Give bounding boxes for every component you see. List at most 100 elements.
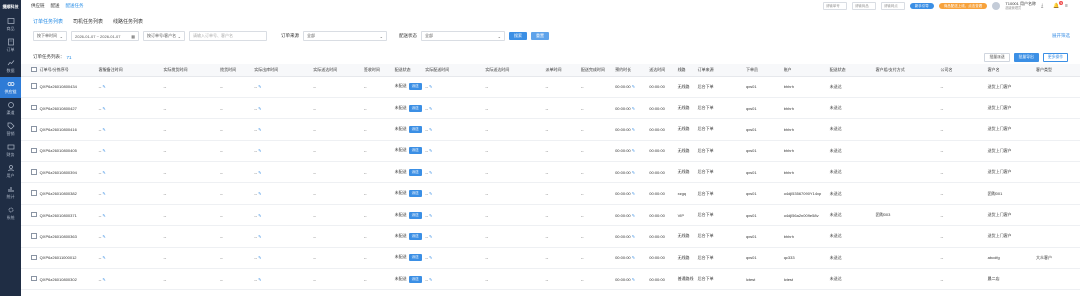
table-cell[interactable]: -- ✎ (253, 183, 312, 204)
edit-icon[interactable]: ✎ (102, 127, 105, 132)
edit-icon[interactable]: ✎ (429, 255, 432, 260)
promo-button[interactable]: 商品配送上线，点击查看 (938, 3, 988, 9)
table-cell[interactable]: -- ✎ (424, 97, 484, 118)
table-cell[interactable]: 00:00:00 ✎ (614, 204, 648, 225)
table-cell[interactable]: -- ✎ (253, 140, 312, 161)
table-cell[interactable]: -- ✎ (424, 269, 484, 290)
edit-icon[interactable]: ✎ (429, 191, 432, 196)
edit-icon[interactable]: ✎ (258, 255, 261, 260)
dispatch-button[interactable]: 派送 (408, 232, 422, 240)
sidebar-item-7[interactable]: 用户 (0, 161, 21, 182)
row-checkbox[interactable] (30, 247, 38, 268)
edit-icon[interactable]: ✎ (632, 106, 635, 111)
edit-icon[interactable]: ✎ (102, 106, 105, 111)
table-cell[interactable]: 00:00:00 ✎ (614, 183, 648, 204)
table-cell[interactable]: -- ✎ (424, 140, 484, 161)
edit-icon[interactable]: ✎ (632, 213, 635, 218)
edit-icon[interactable]: ✎ (632, 277, 635, 282)
batch-dispatch-button[interactable]: 批量派送 (984, 52, 1010, 62)
edit-icon[interactable]: ✎ (102, 170, 105, 175)
table-cell[interactable]: -- ✎ (424, 162, 484, 183)
edit-icon[interactable]: ✎ (258, 234, 261, 239)
sidebar-item-8[interactable]: 统计 (0, 182, 21, 203)
header-checkbox[interactable] (30, 64, 39, 77)
row-checkbox[interactable] (30, 183, 38, 204)
tab-driver-tasks[interactable]: 司机任务列表 (73, 18, 103, 28)
sidebar-item-5[interactable]: 营销 (0, 119, 21, 140)
time-type-select[interactable]: 按下单时间 ⌄ (33, 31, 67, 41)
table-cell[interactable]: -- ✎ (424, 76, 484, 97)
edit-icon[interactable]: ✎ (632, 255, 635, 260)
sidebar-item-0[interactable]: 商品 (0, 14, 21, 35)
table-row[interactable]: QXP6z26010800382 -- ✎ -- -- -- ✎ -- -- 未配送 派送 -- … (21, 183, 1080, 205)
table-cell[interactable]: -- ✎ (253, 162, 312, 183)
table-row[interactable]: QXP6z26010800416 -- ✎ -- -- -- ✎ -- -- 未配送 派送 -- … (21, 119, 1080, 141)
dispatch-button[interactable]: 派送 (408, 254, 422, 262)
edit-icon[interactable]: ✎ (429, 234, 432, 239)
table-cell[interactable]: -- ✎ (98, 183, 163, 204)
table-cell[interactable]: -- ✎ (253, 119, 312, 140)
dispatch-button[interactable]: 派送 (408, 168, 422, 176)
table-cell[interactable]: 00:00:00 ✎ (614, 162, 648, 183)
edit-icon[interactable]: ✎ (258, 170, 261, 175)
edit-icon[interactable]: ✎ (632, 170, 635, 175)
table-row[interactable]: QXP6z26010800427 -- ✎ -- -- -- ✎ -- -- 未配送 派送 -- … (21, 97, 1080, 119)
dispatch-button[interactable]: 派送 (408, 147, 422, 155)
row-checkbox[interactable] (30, 269, 38, 290)
table-cell[interactable]: -- ✎ (253, 97, 312, 118)
table-row[interactable]: QXP6z26010800434 -- ✎ -- -- -- ✎ -- -- 未配送 派送 -- … (21, 76, 1080, 98)
order-search-field[interactable]: 请输入订单号、客户名 (189, 31, 267, 41)
edit-icon[interactable]: ✎ (102, 148, 105, 153)
table-cell[interactable]: -- ✎ (424, 119, 484, 140)
table-cell[interactable]: -- ✎ (424, 204, 484, 225)
table-row[interactable]: QXP6z26010800302 -- ✎ -- -- -- ✎ -- -- 未配送 派送 -- … (21, 269, 1080, 290)
edit-icon[interactable]: ✎ (258, 148, 261, 153)
edit-icon[interactable]: ✎ (258, 84, 261, 89)
sidebar-item-4[interactable]: 渠道 (0, 98, 21, 119)
sidebar-item-6[interactable]: 财务 (0, 140, 21, 161)
table-cell[interactable]: -- ✎ (253, 204, 312, 225)
tab-order-tasks[interactable]: 订单任务列表 (33, 18, 63, 28)
edit-icon[interactable]: ✎ (258, 106, 261, 111)
table-cell[interactable]: -- ✎ (253, 76, 312, 97)
order-search-input[interactable]: 请输单号 (822, 2, 847, 10)
sidebar-item-3[interactable]: 供应链 (0, 77, 21, 98)
table-row[interactable]: QXP6z26010800405 -- ✎ -- -- -- ✎ -- -- 未配送 派送 -- … (21, 140, 1080, 162)
edit-icon[interactable]: ✎ (429, 213, 432, 218)
edit-icon[interactable]: ✎ (429, 84, 432, 89)
table-cell[interactable]: -- ✎ (98, 140, 163, 161)
edit-icon[interactable]: ✎ (102, 84, 105, 89)
table-cell[interactable]: -- ✎ (424, 226, 484, 247)
table-cell[interactable]: -- ✎ (424, 247, 484, 268)
table-cell[interactable]: 00:00:00 ✎ (614, 140, 648, 161)
table-cell[interactable]: -- ✎ (253, 247, 312, 268)
edit-icon[interactable]: ✎ (429, 106, 432, 111)
goods-search-input[interactable]: 请输商品 (851, 2, 876, 10)
download-icon[interactable]: ⤓ (1041, 3, 1048, 10)
tab-route-tasks[interactable]: 线路任务列表 (113, 18, 143, 28)
date-range-picker[interactable]: 2026-01-07 ~ 2026-01-07 ▦ (71, 31, 139, 41)
edit-icon[interactable]: ✎ (632, 127, 635, 132)
row-checkbox[interactable] (30, 226, 38, 247)
order-source-select[interactable]: 全部 ⌄ (303, 31, 387, 41)
table-cell[interactable]: -- ✎ (98, 269, 163, 290)
dispatch-button[interactable]: 派送 (408, 211, 422, 219)
row-checkbox[interactable] (30, 97, 38, 118)
table-cell[interactable]: 00:00:00 ✎ (614, 97, 648, 118)
row-checkbox[interactable] (30, 119, 38, 140)
dispatch-button[interactable]: 派送 (408, 275, 422, 283)
search-button[interactable]: 搜索 (509, 32, 527, 40)
table-cell[interactable]: -- ✎ (98, 97, 163, 118)
edit-icon[interactable]: ✎ (632, 148, 635, 153)
table-row[interactable]: QXP6z26010800371 -- ✎ -- -- -- ✎ -- -- 未配送 派送 -- … (21, 204, 1080, 226)
table-cell[interactable]: 00:00:00 ✎ (614, 269, 648, 290)
table-cell[interactable]: 00:00:00 ✎ (614, 119, 648, 140)
edit-icon[interactable]: ✎ (632, 84, 635, 89)
table-cell[interactable]: -- ✎ (98, 76, 163, 97)
sidebar-item-9[interactable]: 系统 (0, 203, 21, 224)
dispatch-status-select[interactable]: 全部 ⌄ (421, 31, 505, 41)
table-cell[interactable]: -- ✎ (253, 269, 312, 290)
table-row[interactable]: QXP6z26010800394 -- ✎ -- -- -- ✎ -- -- 未配送 派送 -- … (21, 162, 1080, 183)
edit-icon[interactable]: ✎ (429, 127, 432, 132)
shop-search-input[interactable]: 请输网点 (880, 2, 905, 10)
